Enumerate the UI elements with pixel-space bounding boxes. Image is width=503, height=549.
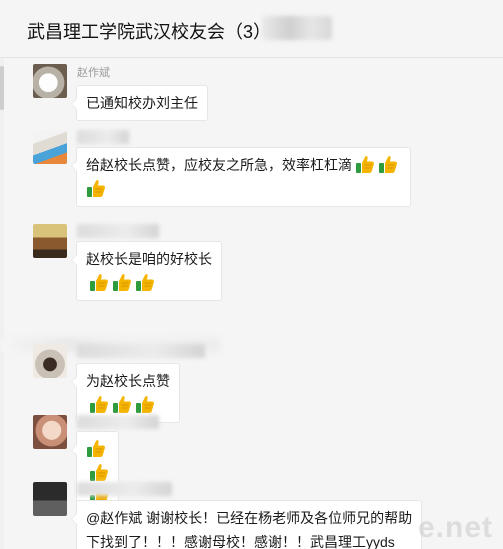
redacted-sender-name [77,130,129,144]
message-text: @赵作斌 谢谢校长！已经在杨老师及各位师兄的帮助 [86,510,413,526]
watermark: e.net [417,511,493,544]
thumbs-up-emoji-icon [89,462,109,482]
chat-header: 武昌理工学院武汉校友会（3） [0,0,503,58]
redacted-sender-name [77,482,172,496]
thumbs-up-emoji-icon [89,272,109,292]
thumbs-up-emoji-icon [89,394,109,414]
thumbs-up-emoji-icon [378,154,398,174]
thumbs-up-emoji-icon [135,394,155,414]
redacted-sender-name [77,224,159,238]
message-text: 已通知校办刘主任 [86,95,198,111]
avatar[interactable] [33,64,67,98]
avatar[interactable] [33,130,67,164]
message-bubble[interactable]: 给赵校长点赞，应校友之所急，效率杠杠滴 [71,147,411,207]
avatar[interactable] [33,344,67,378]
redacted-sender-name [77,344,205,358]
message-bubble[interactable]: @赵作斌 谢谢校长！已经在杨老师及各位师兄的帮助 下找到了！！！感谢母校！感谢！… [70,500,423,549]
thumbs-up-emoji-icon [86,178,106,198]
message-bubble[interactable]: 已通知校办刘主任 [71,85,208,121]
message-text: 赵校长是咱的好校长 [86,251,212,267]
thumbs-up-emoji-icon [112,394,132,414]
scrollbar-track[interactable] [0,58,4,549]
sender-name: 赵作斌 [77,67,110,79]
message-text: 给赵校长点赞，应校友之所急，效率杠杠滴 [86,157,352,173]
thumbs-up-emoji-icon [135,272,155,292]
avatar[interactable] [33,224,67,258]
avatar[interactable] [33,482,67,516]
avatar[interactable] [33,415,67,449]
thumbs-up-emoji-icon [355,154,375,174]
message-bubble[interactable]: 为赵校长点赞 [71,363,180,423]
message-bubble[interactable]: 赵校长是咱的好校长 [71,241,222,301]
thumbs-up-emoji-icon [112,272,132,292]
chat-title: 武昌理工学院武汉校友会（3） [27,22,272,42]
redacted-member-count [262,16,332,40]
message-text: 为赵校长点赞 [86,373,170,389]
redacted-sender-name [77,415,159,429]
thumbs-up-emoji-icon [86,438,106,458]
message-text-line-2: 下找到了！！！感谢母校！感谢！！武昌理工yyds [86,534,395,549]
scrollbar-thumb[interactable] [0,66,4,110]
